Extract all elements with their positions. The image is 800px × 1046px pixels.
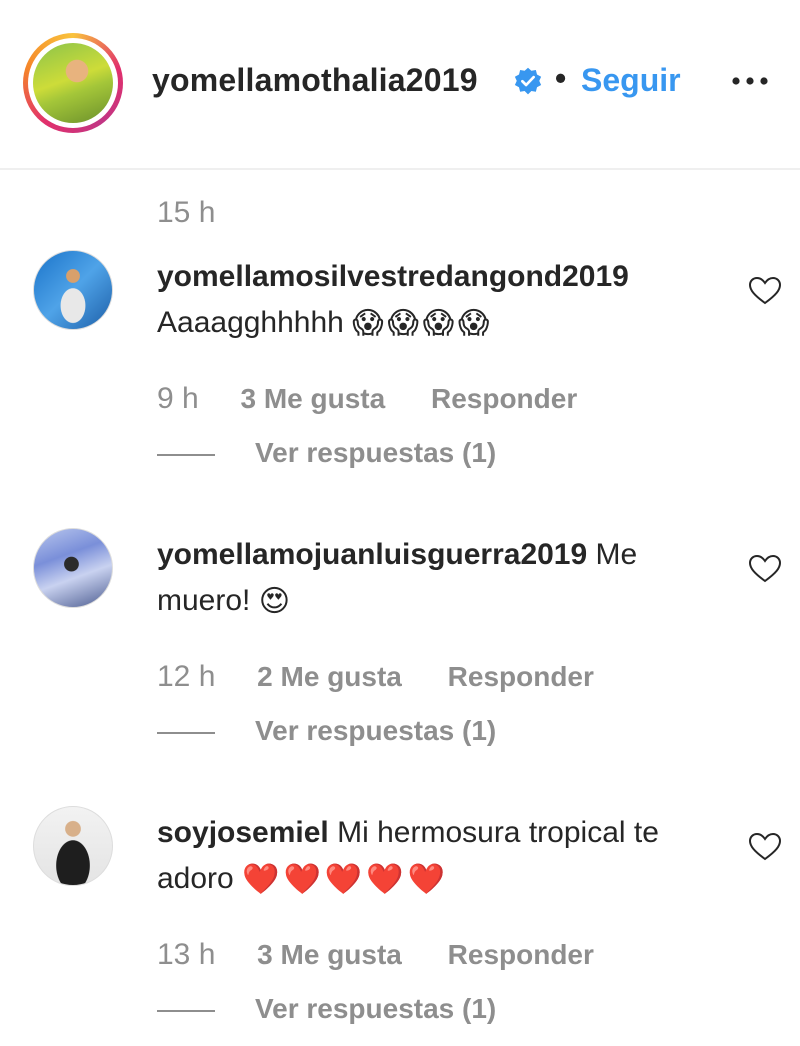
- comment-time: 13 h: [157, 938, 216, 971]
- emoji-scream: 😱: [422, 307, 455, 341]
- post-header: yomellamothalia2019 • Seguir: [0, 0, 800, 170]
- likes-count[interactable]: 3 Me gusta: [257, 939, 402, 970]
- follow-button[interactable]: Seguir: [581, 62, 681, 99]
- view-replies-label: Ver respuestas (1): [255, 715, 497, 746]
- emoji-red-heart: ❤️: [366, 863, 404, 897]
- comment-body: Aaaagghhhhh: [157, 306, 344, 339]
- emoji-red-heart: ❤️: [283, 863, 321, 897]
- divider-line: [157, 731, 215, 734]
- header-username[interactable]: yomellamothalia2019: [152, 62, 478, 99]
- comment-meta: 9 h 3 Me gusta Responder: [157, 382, 577, 416]
- comment-username[interactable]: soyjosemiel: [157, 816, 329, 849]
- like-heart-icon[interactable]: [748, 276, 782, 306]
- emoji-red-heart: ❤️: [407, 863, 445, 897]
- reply-button[interactable]: Responder: [448, 939, 594, 970]
- view-replies-button[interactable]: Ver respuestas (1): [157, 437, 496, 469]
- divider-line: [157, 1009, 215, 1012]
- emoji-scream: 😱: [352, 307, 384, 341]
- view-replies-button[interactable]: Ver respuestas (1): [157, 993, 496, 1025]
- avatar[interactable]: [33, 43, 113, 123]
- post-timestamp: 15 h: [157, 196, 216, 229]
- view-replies-label: Ver respuestas (1): [255, 437, 497, 468]
- emoji-scream: 😱: [458, 307, 490, 341]
- view-replies-label: Ver respuestas (1): [255, 993, 497, 1024]
- emoji-scream: 😱: [387, 307, 419, 341]
- comment-time: 9 h: [157, 382, 199, 415]
- divider-line: [157, 453, 215, 456]
- reply-button[interactable]: Responder: [448, 661, 594, 692]
- comment-time: 12 h: [157, 660, 216, 693]
- comment-text: soyjosemiel Mi hermosura tropical te ado…: [157, 810, 717, 903]
- avatar[interactable]: [33, 806, 113, 886]
- story-ring[interactable]: [23, 33, 123, 133]
- like-heart-icon[interactable]: [748, 554, 782, 584]
- comment-meta: 12 h 2 Me gusta Responder: [157, 660, 594, 694]
- comment-username[interactable]: yomellamosilvestredangond2019: [157, 260, 629, 293]
- view-replies-button[interactable]: Ver respuestas (1): [157, 715, 496, 747]
- avatar[interactable]: [33, 250, 113, 330]
- comment-text: yomellamosilvestredangond2019 Aaaagghhhh…: [157, 254, 717, 347]
- like-heart-icon[interactable]: [748, 832, 782, 862]
- likes-count[interactable]: 2 Me gusta: [257, 661, 402, 692]
- likes-count[interactable]: 3 Me gusta: [241, 383, 386, 414]
- reply-button[interactable]: Responder: [431, 383, 577, 414]
- comment-text: yomellamojuanluisguerra2019 Me muero! 😍: [157, 532, 717, 625]
- emoji-red-heart: ❤️: [242, 863, 280, 897]
- comment-meta: 13 h 3 Me gusta Responder: [157, 938, 594, 972]
- separator-dot: •: [555, 60, 567, 96]
- verified-badge-icon: [514, 67, 542, 95]
- comment-username[interactable]: yomellamojuanluisguerra2019: [157, 538, 587, 571]
- more-options-icon[interactable]: [728, 66, 772, 96]
- emoji-heart-eyes: 😍: [258, 585, 290, 619]
- emoji-red-heart: ❤️: [324, 863, 363, 897]
- avatar[interactable]: [33, 528, 113, 608]
